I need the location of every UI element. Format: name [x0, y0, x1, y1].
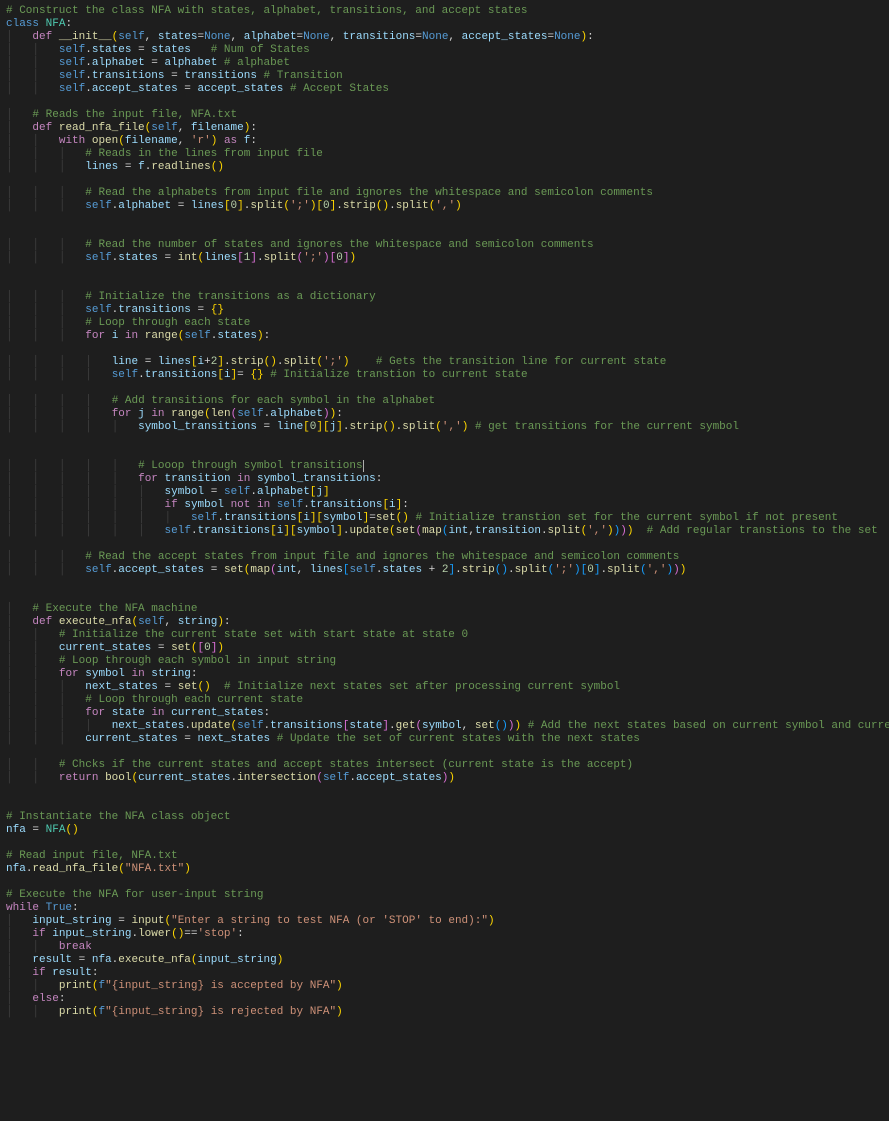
code-editor[interactable]: # Construct the class NFA with states, a…: [0, 0, 889, 1024]
